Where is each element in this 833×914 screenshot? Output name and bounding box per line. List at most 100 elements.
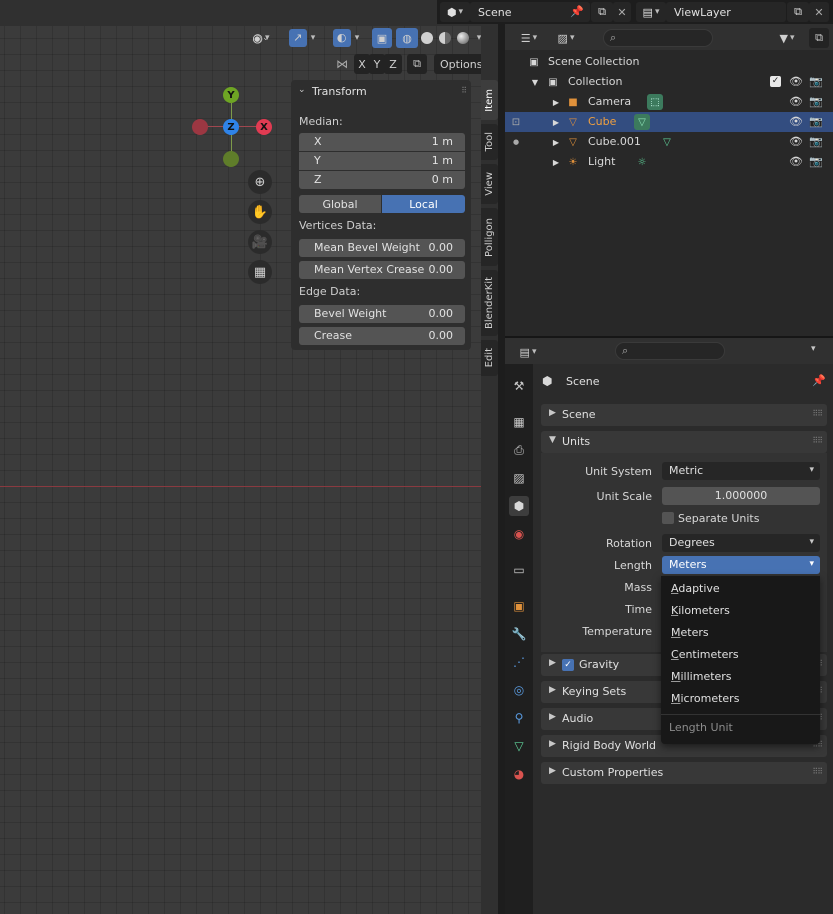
- tab-edit[interactable]: Edit: [481, 340, 498, 376]
- median-y-field[interactable]: Y 1 m: [299, 152, 465, 170]
- gizmo-neg-x-handle[interactable]: [192, 119, 208, 135]
- length-select[interactable]: Meters ▾: [662, 556, 820, 574]
- viewlayer-browse-dropdown[interactable]: ▤ ▾: [636, 2, 666, 22]
- area-divider[interactable]: [498, 24, 505, 914]
- perspective-toggle-button[interactable]: ▦: [248, 260, 272, 284]
- mirror-axis-icon-button[interactable]: ⋈: [333, 54, 351, 74]
- mesh-data-icon[interactable]: ▽: [634, 114, 650, 130]
- camera-icon[interactable]: 📷: [809, 134, 823, 148]
- drag-grip-icon[interactable]: ⠿: [461, 86, 467, 95]
- tab-polligon[interactable]: Polligon: [481, 208, 498, 266]
- pan-button[interactable]: ✋: [248, 200, 272, 224]
- local-toggle[interactable]: Local: [382, 195, 465, 213]
- drag-grip-icon[interactable]: ⠿⠿: [812, 436, 823, 445]
- options-dropdown[interactable]: Options ▾: [434, 54, 481, 74]
- section-units[interactable]: ▼ Units ⠿⠿: [541, 431, 827, 453]
- tab-object[interactable]: ▣: [509, 596, 529, 616]
- pin-icon[interactable]: 📌: [570, 5, 584, 18]
- delete-scene-button[interactable]: ✕: [613, 2, 631, 22]
- unit-system-select[interactable]: Metric ▾: [662, 462, 820, 480]
- tab-material[interactable]: ◕: [509, 764, 529, 784]
- gizmo-neg-y-handle[interactable]: [223, 151, 239, 167]
- expand-arrow-icon[interactable]: ▼: [527, 74, 543, 90]
- viewlayer-name-field[interactable]: ViewLayer: [666, 2, 786, 22]
- selectability-dropdown[interactable]: ◎ ▾: [246, 28, 276, 48]
- median-z-field[interactable]: Z 0 m: [299, 171, 465, 189]
- camera-icon[interactable]: 📷: [809, 114, 823, 128]
- tab-blenderkit[interactable]: BlenderKit: [481, 270, 498, 336]
- new-scene-button[interactable]: ⧉: [591, 2, 613, 22]
- 3d-viewport[interactable]: ◉ ⌄ ◎ ▾ ↗ ▾ ◐ ▾ ▣ ◍ ▾ ⋈ X Y Z ⧉ Options …: [0, 0, 481, 914]
- mirror-y-toggle[interactable]: Y: [369, 54, 385, 74]
- tree-row-cube[interactable]: ⊡ ▶ ▽ Cube ▽ 👁 📷: [505, 112, 833, 132]
- tree-row-scene-collection[interactable]: ▣ Scene Collection: [505, 52, 833, 72]
- menu-item-micrometers[interactable]: Micrometers: [671, 692, 739, 710]
- filter-dropdown[interactable]: ▼ ▾: [771, 28, 803, 48]
- expand-arrow-icon[interactable]: ▶: [548, 94, 564, 110]
- shading-options-dropdown[interactable]: ▾: [474, 28, 481, 48]
- tab-tool-properties[interactable]: ⚒: [509, 376, 529, 396]
- outliner-search-input[interactable]: ⌕: [603, 29, 713, 47]
- section-custom-properties[interactable]: ▶ Custom Properties ⠿⠿: [541, 762, 827, 784]
- tab-world[interactable]: ◉: [509, 524, 529, 544]
- menu-item-centimeters[interactable]: Centimeters: [671, 648, 739, 666]
- section-scene[interactable]: ▶ Scene ⠿⠿: [541, 404, 827, 426]
- tab-view[interactable]: View: [481, 164, 498, 204]
- wireframe-shading-button[interactable]: ◍: [396, 28, 418, 48]
- tab-render[interactable]: ▦: [509, 412, 529, 432]
- mesh-data-icon[interactable]: ▽: [659, 134, 675, 150]
- rendered-shading-button[interactable]: [454, 28, 472, 48]
- panel-title[interactable]: Transform: [312, 85, 367, 98]
- eye-icon[interactable]: 👁: [789, 114, 803, 128]
- camera-view-button[interactable]: 🎥: [248, 230, 272, 254]
- tab-data[interactable]: ▽: [509, 736, 529, 756]
- separate-units-checkbox[interactable]: [662, 512, 674, 524]
- delete-viewlayer-button[interactable]: ✕: [809, 2, 829, 22]
- solid-shading-button[interactable]: [418, 28, 436, 48]
- tab-tool[interactable]: Tool: [481, 124, 498, 160]
- drag-grip-icon[interactable]: ⠿⠿: [812, 767, 823, 776]
- xray-toggle[interactable]: ▣: [372, 28, 392, 48]
- scene-name-field[interactable]: Scene 📌: [470, 2, 590, 22]
- tab-collection[interactable]: ▭: [509, 560, 529, 580]
- tree-row-collection[interactable]: ▼ ▣ Collection ✓ 👁 📷: [505, 72, 833, 92]
- tab-view-layer[interactable]: ▨: [509, 468, 529, 488]
- new-collection-button[interactable]: ⧉: [809, 28, 829, 48]
- gizmo-x-handle[interactable]: X: [256, 119, 272, 135]
- mirror-x-toggle[interactable]: X: [354, 54, 370, 74]
- menu-item-millimeters[interactable]: Millimeters: [671, 670, 732, 688]
- mirror-z-toggle[interactable]: Z: [384, 54, 402, 74]
- expand-arrow-icon[interactable]: ▶: [548, 154, 564, 170]
- auto-merge-toggle[interactable]: ⧉: [407, 54, 427, 74]
- tab-physics[interactable]: ◎: [509, 680, 529, 700]
- eye-icon[interactable]: 👁: [789, 94, 803, 108]
- global-toggle[interactable]: Global: [299, 195, 381, 213]
- tree-row-cube-001[interactable]: ● ▶ ▽ Cube.001 ▽ 👁 📷: [505, 132, 833, 152]
- median-x-field[interactable]: X 1 m: [299, 133, 465, 151]
- pin-icon[interactable]: 📌: [812, 374, 826, 387]
- scene-browse-dropdown[interactable]: ⬢ ▾: [440, 2, 470, 22]
- expand-arrow-icon[interactable]: ▶: [548, 114, 564, 130]
- drag-grip-icon[interactable]: ⠿⠿: [812, 409, 823, 418]
- gizmo-z-handle[interactable]: Z: [223, 119, 239, 135]
- gravity-checkbox[interactable]: ✓: [562, 659, 574, 671]
- exclude-checkbox[interactable]: ✓: [770, 76, 781, 87]
- crease-field[interactable]: Crease 0.00: [299, 327, 465, 345]
- menu-item-kilometers[interactable]: Kilometers: [671, 604, 730, 622]
- tab-modifiers[interactable]: 🔧: [509, 624, 529, 644]
- material-shading-button[interactable]: [436, 28, 454, 48]
- camera-icon[interactable]: 📷: [809, 154, 823, 168]
- chevron-down-icon[interactable]: ⌄: [298, 85, 306, 95]
- eye-icon[interactable]: 👁: [789, 154, 803, 168]
- editor-type-dropdown[interactable]: ▤ ▾: [512, 342, 544, 362]
- tab-particles[interactable]: ⋰: [509, 652, 529, 672]
- zoom-button[interactable]: ⊕: [248, 170, 272, 194]
- camera-icon[interactable]: 📷: [809, 74, 823, 88]
- mean-bevel-weight-field[interactable]: Mean Bevel Weight 0.00: [299, 239, 465, 257]
- menu-item-meters[interactable]: Meters: [671, 626, 709, 644]
- light-data-icon[interactable]: ☼: [634, 154, 650, 170]
- display-mode-dropdown[interactable]: ☰ ▾: [513, 28, 545, 48]
- overlays-dropdown[interactable]: ◐ ▾: [326, 28, 366, 48]
- bevel-weight-field[interactable]: Bevel Weight 0.00: [299, 305, 465, 323]
- tab-item[interactable]: Item: [481, 80, 498, 120]
